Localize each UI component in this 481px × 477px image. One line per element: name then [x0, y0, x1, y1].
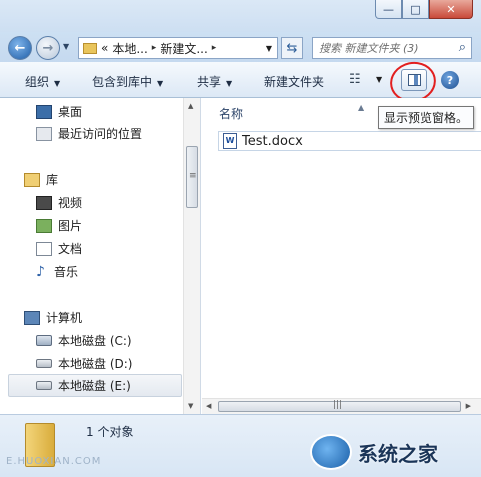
nav-item-label: 视频 [58, 196, 83, 210]
nav-item-computer[interactable]: 计算机 [24, 309, 82, 326]
include-in-library-button[interactable]: 包含到库中 ▼ [92, 73, 163, 90]
nav-item-documents[interactable]: 文档 [36, 240, 82, 257]
forward-button[interactable]: → [36, 36, 60, 60]
computer-icon [24, 310, 40, 325]
address-dropdown-icon[interactable]: ▼ [266, 44, 272, 53]
nav-item-label: 本地磁盘 (E:) [58, 379, 131, 393]
file-list-scrollbar[interactable]: ◀ ||| ▶ [202, 398, 481, 414]
share-label: 共享 [197, 75, 222, 89]
view-options-icon[interactable]: ☷ [349, 72, 361, 87]
nav-item-label: 本地磁盘 (D:) [58, 357, 133, 371]
music-icon: ♪ [36, 263, 45, 280]
include-in-library-label: 包含到库中 [92, 75, 153, 89]
file-list: 名称 ▲ W Test.docx [202, 98, 481, 414]
nav-item-libraries[interactable]: 库 [24, 171, 58, 188]
nav-item-drive-e[interactable]: 本地磁盘 (E:) [8, 374, 182, 397]
scroll-thumb[interactable]: ||| [218, 400, 461, 412]
scroll-down-icon[interactable]: ▼ [188, 402, 193, 410]
nav-item-drive-c[interactable]: 本地磁盘 (C:) [36, 332, 132, 349]
file-item[interactable]: W Test.docx [218, 131, 481, 151]
system-drive-icon [36, 335, 52, 346]
watermark-logo: 系统之家 [310, 427, 481, 477]
column-header-label: 名称 [219, 107, 244, 121]
column-header-name[interactable]: 名称 ▲ [219, 103, 364, 122]
nav-item-desktop[interactable]: 桌面 [36, 103, 82, 120]
grip-icon: ||| [333, 400, 343, 410]
organize-button[interactable]: 组织 ▼ [25, 73, 60, 90]
search-icon[interactable]: ⌕ [459, 40, 466, 55]
documents-icon [36, 241, 52, 256]
search-input[interactable]: 搜索 新建文件夹 (3) ⌕ [312, 37, 472, 59]
close-button[interactable]: ✕ [429, 0, 473, 19]
chevron-down-icon: ▼ [157, 79, 164, 88]
help-button[interactable]: ? [441, 71, 459, 89]
forward-arrow-icon: → [42, 40, 54, 56]
scroll-up-icon[interactable]: ▲ [188, 102, 193, 110]
navigation-scrollbar[interactable]: ▲ ≡ ▼ [183, 98, 200, 414]
nav-item-pictures[interactable]: 图片 [36, 217, 82, 234]
nav-item-label: 最近访问的位置 [58, 127, 143, 141]
chevron-down-icon: ▼ [226, 79, 233, 88]
organize-label: 组织 [25, 75, 50, 89]
share-button[interactable]: 共享 ▼ [197, 73, 232, 90]
scroll-thumb[interactable]: ≡ [186, 146, 198, 208]
address-bar[interactable]: « 本地... ▸ 新建文... ▸ ▼ [78, 37, 278, 59]
scroll-right-icon[interactable]: ▶ [466, 402, 471, 410]
chevron-down-icon: ▼ [54, 79, 61, 88]
word-document-icon: W [223, 133, 237, 149]
nav-item-label: 文档 [58, 242, 83, 256]
help-icon: ? [446, 73, 454, 87]
preview-pane-tooltip: 显示预览窗格。 [378, 106, 475, 129]
nav-item-label: 音乐 [54, 265, 79, 279]
nav-item-label: 本地磁盘 (C:) [58, 334, 132, 348]
back-arrow-icon: ← [14, 40, 26, 56]
sort-ascending-icon: ▲ [358, 103, 365, 112]
nav-item-label: 库 [46, 173, 59, 187]
breadcrumb-separator-icon[interactable]: ▸ [212, 43, 217, 53]
breadcrumb-separator-icon[interactable]: ▸ [152, 43, 157, 53]
refresh-icon: ⇆ [286, 40, 298, 56]
breadcrumb-item-local-disk[interactable]: 本地... [112, 40, 147, 57]
window-controls: — □ ✕ [375, 0, 473, 19]
nav-item-music[interactable]: ♪ 音乐 [36, 263, 78, 280]
logo-text: 系统之家 [358, 441, 438, 466]
title-bar: — □ ✕ [0, 0, 481, 32]
breadcrumb-overflow[interactable]: « [101, 41, 108, 55]
logo-icon [310, 434, 352, 470]
breadcrumb-item-new-folder[interactable]: 新建文... [160, 40, 207, 57]
new-folder-button[interactable]: 新建文件夹 [264, 73, 324, 90]
nav-item-label: 桌面 [58, 105, 83, 119]
back-button[interactable]: ← [8, 36, 32, 60]
folder-icon [83, 42, 97, 54]
libraries-icon [24, 172, 40, 187]
nav-item-recent-places[interactable]: 最近访问的位置 [36, 125, 142, 142]
video-icon [36, 195, 52, 210]
watermark-url: E.HUOXIAN.COM [6, 456, 102, 467]
pictures-icon [36, 218, 52, 233]
grip-icon: ≡ [189, 171, 197, 181]
drive-icon [36, 359, 52, 368]
file-name: Test.docx [242, 133, 303, 149]
chevron-down-icon[interactable]: ▼ [376, 75, 382, 84]
nav-item-label: 图片 [58, 219, 83, 233]
minimize-button[interactable]: — [375, 0, 402, 19]
desktop-icon [36, 104, 52, 119]
navigation-pane: 桌面 最近访问的位置 库 视频 图片 文档 ♪ 音乐 计算机 本地磁盘 (C:)… [0, 98, 201, 414]
recent-places-icon [36, 126, 52, 141]
drive-icon [36, 381, 52, 390]
nav-item-drive-d[interactable]: 本地磁盘 (D:) [36, 355, 132, 372]
search-placeholder: 搜索 新建文件夹 (3) [319, 42, 419, 55]
nav-item-label: 计算机 [46, 311, 83, 325]
scroll-left-icon[interactable]: ◀ [206, 402, 211, 410]
item-count: 1 个对象 [86, 425, 134, 439]
recent-pages-dropdown-icon[interactable]: ▼ [63, 42, 69, 51]
nav-item-videos[interactable]: 视频 [36, 194, 82, 211]
address-row: ← → ▼ « 本地... ▸ 新建文... ▸ ▼ ⇆ 搜索 新建文件夹 (3… [0, 32, 481, 62]
maximize-button[interactable]: □ [402, 0, 429, 19]
refresh-button[interactable]: ⇆ [281, 37, 303, 59]
